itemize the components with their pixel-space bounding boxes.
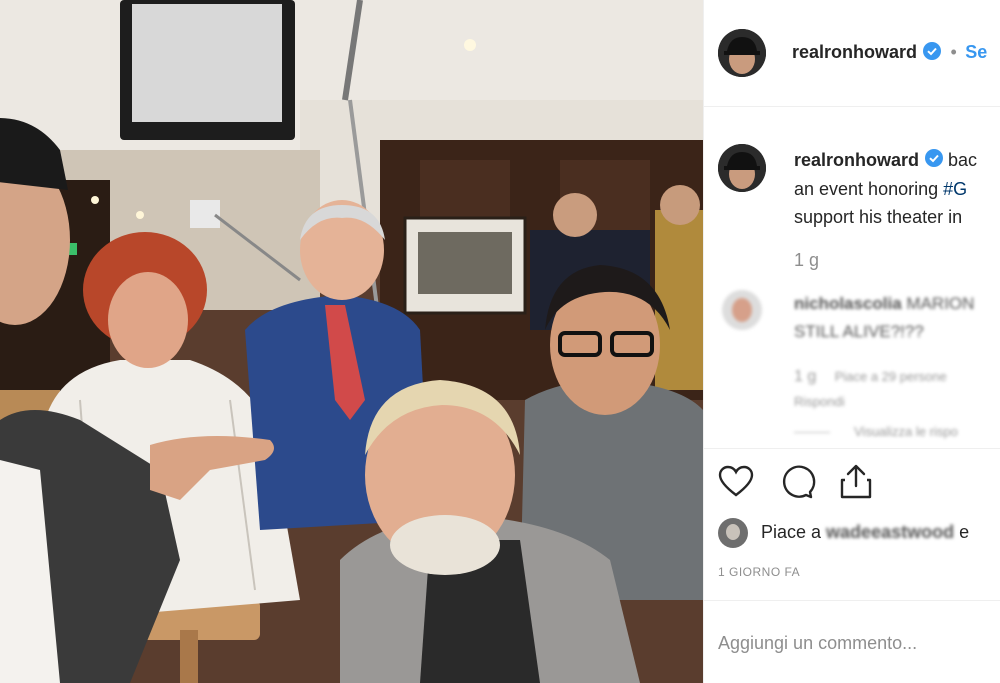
comment-avatar[interactable] — [722, 290, 762, 330]
avatar[interactable] — [718, 29, 766, 77]
liker-avatar[interactable] — [718, 518, 748, 548]
comment-reply[interactable]: Rispondi — [794, 394, 845, 409]
heart-icon[interactable] — [716, 462, 756, 502]
follow-separator: • — [950, 42, 957, 62]
post-header: realronhoward • Se — [704, 0, 1000, 107]
caption-text-line2: an event honoring — [794, 179, 944, 200]
caption-username[interactable]: realronhoward — [794, 150, 919, 170]
likes-user[interactable]: wadeeastwood — [826, 522, 954, 542]
view-replies-link[interactable]: Visualizza le rispo — [854, 424, 958, 439]
post-photo[interactable] — [0, 0, 703, 683]
post-username[interactable]: realronhoward — [792, 42, 917, 62]
comment-icon[interactable] — [776, 462, 816, 502]
comment-text-line1: MARION — [901, 294, 975, 313]
caption-hashtag[interactable]: #G — [943, 179, 967, 199]
verified-badge-icon — [925, 147, 944, 175]
verified-badge-icon — [923, 42, 942, 65]
add-comment-field[interactable]: Aggiungi un commento... — [704, 600, 1000, 683]
add-comment-placeholder: Aggiungi un commento... — [718, 633, 918, 653]
caption-text-line3: support his theater in — [794, 207, 963, 228]
likes-prefix: Piace a — [761, 522, 827, 542]
action-bar — [704, 462, 1000, 510]
likes-row: Piace a wadeeastwood e — [718, 518, 1000, 548]
caption-time: 1 g — [794, 250, 820, 270]
post-sidebar: realronhoward • Se realronhoward bac an … — [703, 0, 1000, 683]
caption-avatar[interactable] — [718, 144, 766, 192]
post-date[interactable]: 1 GIORNO FA — [718, 565, 800, 579]
follow-button[interactable]: Se — [965, 42, 987, 62]
comment-username[interactable]: nicholascolia — [794, 294, 902, 313]
caption-text-line1: bac — [943, 150, 978, 170]
actions-divider — [704, 448, 1000, 449]
caption: realronhoward bac an event honoring #G s… — [794, 146, 1000, 231]
view-replies-divider — [794, 432, 830, 433]
comment-likes[interactable]: Piace a 29 persone — [835, 369, 947, 384]
likes-suffix: e — [954, 522, 970, 542]
caption-avatar-image — [718, 144, 766, 192]
comment-time: 1 g — [794, 368, 817, 385]
avatar-image — [718, 29, 766, 77]
comment-text-line2: STILL ALIVE?!?? — [794, 322, 924, 341]
post-photo-image — [0, 0, 703, 683]
share-icon[interactable] — [836, 462, 876, 502]
